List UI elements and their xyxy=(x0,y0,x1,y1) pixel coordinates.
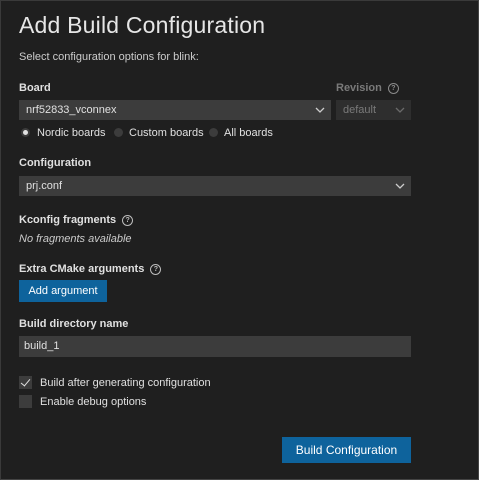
configuration-select[interactable]: prj.conf xyxy=(19,176,411,196)
checkbox[interactable] xyxy=(19,395,32,408)
build-directory-input[interactable]: build_1 xyxy=(19,336,411,357)
checkbox[interactable] xyxy=(19,376,32,389)
revision-select-value: default xyxy=(343,104,377,116)
chevron-down-icon xyxy=(395,183,405,189)
radio-button[interactable] xyxy=(21,128,30,137)
board-select-value: nrf52833_vconnex xyxy=(26,104,117,116)
add-argument-button[interactable]: Add argument xyxy=(19,280,107,302)
help-icon[interactable]: ? xyxy=(387,83,399,94)
radio-label: Nordic boards xyxy=(37,127,106,139)
radio-button[interactable] xyxy=(209,128,218,137)
page-subtitle: Select configuration options for blink: xyxy=(19,51,199,63)
kconfig-label-text: Kconfig fragments xyxy=(19,214,117,226)
build-configuration-button[interactable]: Build Configuration xyxy=(282,437,411,463)
build-directory-label: Build directory name xyxy=(19,318,129,330)
help-icon[interactable]: ? xyxy=(122,215,134,226)
kconfig-empty-text: No fragments available xyxy=(19,233,132,245)
cmake-label: Extra CMake arguments? xyxy=(19,263,162,275)
chevron-down-icon xyxy=(395,107,405,113)
radio-button[interactable] xyxy=(114,128,123,137)
configuration-label: Configuration xyxy=(19,157,92,169)
cmake-label-text: Extra CMake arguments xyxy=(19,263,145,275)
page-title: Add Build Configuration xyxy=(19,12,266,38)
board-select[interactable]: nrf52833_vconnex xyxy=(19,100,331,120)
checkbox-label: Build after generating configuration xyxy=(40,377,211,389)
revision-label-text: Revision xyxy=(336,82,382,94)
help-icon[interactable]: ? xyxy=(150,264,162,275)
build-after-generating-option[interactable]: Build after generating configuration xyxy=(19,376,279,391)
kconfig-label: Kconfig fragments? xyxy=(19,214,134,226)
radio-label: Custom boards xyxy=(129,127,204,139)
board-label: Board xyxy=(19,82,51,94)
radio-label: All boards xyxy=(224,127,273,139)
checkbox-label: Enable debug options xyxy=(40,396,147,408)
revision-select[interactable]: default xyxy=(336,100,411,120)
enable-debug-option[interactable]: Enable debug options xyxy=(19,395,219,410)
revision-label: Revision? xyxy=(336,82,399,94)
chevron-down-icon xyxy=(315,107,325,113)
configuration-select-value: prj.conf xyxy=(26,180,63,192)
